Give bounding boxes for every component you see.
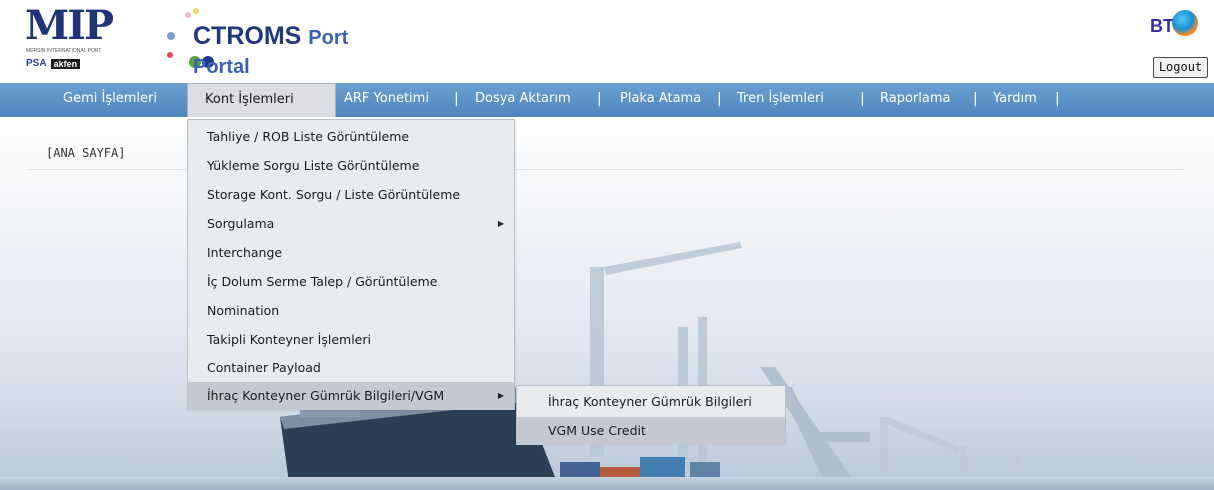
menu-item-container-payload[interactable]: Container Payload <box>188 354 514 382</box>
menu-item-tahliye-rob[interactable]: Tahliye / ROB Liste Görüntüleme <box>188 123 514 151</box>
menu-item-label: Tahliye / ROB Liste Görüntüleme <box>207 129 410 144</box>
mip-logo-subtitle: MERSIN INTERNATIONAL PORT <box>26 48 102 54</box>
nav-gemi-islemleri[interactable]: Gemi İşlemleri <box>63 83 157 117</box>
submenu-arrow-icon: ▶ <box>497 219 504 228</box>
submenu-item-vgm-use-credit[interactable]: VGM Use Credit <box>517 417 785 445</box>
menu-item-label: Storage Kont. Sorgu / Liste Görüntüleme <box>207 187 461 202</box>
logout-button[interactable]: Logout <box>1153 57 1208 78</box>
menu-item-sorgulama[interactable]: Sorgulama ▶ <box>188 210 514 238</box>
logo-dot <box>185 12 191 18</box>
nav-separator: | <box>860 91 865 107</box>
bt-globe-icon <box>1172 10 1198 36</box>
nav-separator: | <box>1055 91 1060 107</box>
menu-item-ihrac-konteyner-vgm[interactable]: İhraç Konteyner Gümrük Bilgileri/VGM ▶ <box>188 382 514 410</box>
menu-item-label: Nomination <box>207 303 280 318</box>
menu-item-interchange[interactable]: Interchange <box>188 239 514 267</box>
ctroms-brand-name: CTROMS <box>193 22 302 50</box>
ctroms-logo[interactable]: CTROMS Port Portal <box>163 8 403 78</box>
bt-logo: BT <box>1150 10 1200 44</box>
submenu-arrow-icon: ▶ <box>497 391 504 400</box>
nav-separator: | <box>454 91 459 107</box>
logo-dot <box>167 52 173 58</box>
nav-dosya-aktarim[interactable]: Dosya Aktarım <box>475 83 571 117</box>
bt-logo-text: BT <box>1150 16 1174 36</box>
nav-yardim[interactable]: Yardım <box>993 83 1037 117</box>
mip-logo-text: MIP <box>25 2 114 49</box>
menu-item-label: VGM Use Credit <box>548 423 646 438</box>
nav-raporlama[interactable]: Raporlama <box>880 83 950 117</box>
menu-item-storage-kont[interactable]: Storage Kont. Sorgu / Liste Görüntüleme <box>188 181 514 209</box>
menu-item-takipli-konteyner[interactable]: Takipli Konteyner İşlemleri <box>188 326 514 354</box>
menu-item-nomination[interactable]: Nomination <box>188 297 514 325</box>
akfen-logo: akfen <box>50 58 81 69</box>
psa-logo: PSA <box>26 58 47 69</box>
menu-item-label: Interchange <box>207 245 283 260</box>
logo-dot <box>193 8 199 14</box>
main-nav: Gemi İşlemleri ARF Yonetimi | Dosya Akta… <box>0 83 1214 117</box>
ihrac-konteyner-submenu: İhraç Konteyner Gümrük Bilgileri VGM Use… <box>516 385 786 445</box>
logo-dot <box>167 32 175 40</box>
header: MIP MERSIN INTERNATIONAL PORT PSA akfen … <box>0 0 1214 83</box>
menu-item-yukleme-sorgu[interactable]: Yükleme Sorgu Liste Görüntüleme <box>188 152 514 180</box>
water-shape <box>0 477 1214 490</box>
kont-islemleri-dropdown: Tahliye / ROB Liste Görüntüleme Yükleme … <box>187 119 515 410</box>
nav-separator: | <box>973 91 978 107</box>
partner-logos: PSA akfen <box>26 58 81 69</box>
menu-item-label: Takipli Konteyner İşlemleri <box>207 332 371 347</box>
menu-item-label: İhraç Konteyner Gümrük Bilgileri <box>548 394 752 409</box>
submenu-item-ihrac-gumruk[interactable]: İhraç Konteyner Gümrük Bilgileri <box>517 388 785 416</box>
nav-tren-islemleri[interactable]: Tren İşlemleri <box>737 83 824 117</box>
nav-arf-yonetimi[interactable]: ARF Yonetimi <box>344 83 429 117</box>
ctroms-brand: CTROMS Port Portal <box>193 22 403 80</box>
nav-separator: | <box>717 91 722 107</box>
menu-item-label: İhraç Konteyner Gümrük Bilgileri/VGM <box>207 388 445 403</box>
menu-item-ic-dolum[interactable]: İç Dolum Serme Talep / Görüntüleme <box>188 268 514 296</box>
nav-kont-islemleri[interactable]: Kont İşlemleri <box>187 83 336 119</box>
nav-kont-islemleri-label: Kont İşlemleri <box>205 92 294 107</box>
nav-separator: | <box>597 91 602 107</box>
nav-plaka-atama[interactable]: Plaka Atama <box>620 83 701 117</box>
menu-item-label: İç Dolum Serme Talep / Görüntüleme <box>207 274 438 289</box>
menu-item-label: Container Payload <box>207 360 321 375</box>
breadcrumb[interactable]: [ANA SAYFA] <box>46 146 125 160</box>
mip-logo[interactable]: MIP MERSIN INTERNATIONAL PORT PSA akfen <box>23 2 143 76</box>
menu-item-label: Sorgulama <box>207 216 275 231</box>
menu-item-label: Yükleme Sorgu Liste Görüntüleme <box>207 158 420 173</box>
